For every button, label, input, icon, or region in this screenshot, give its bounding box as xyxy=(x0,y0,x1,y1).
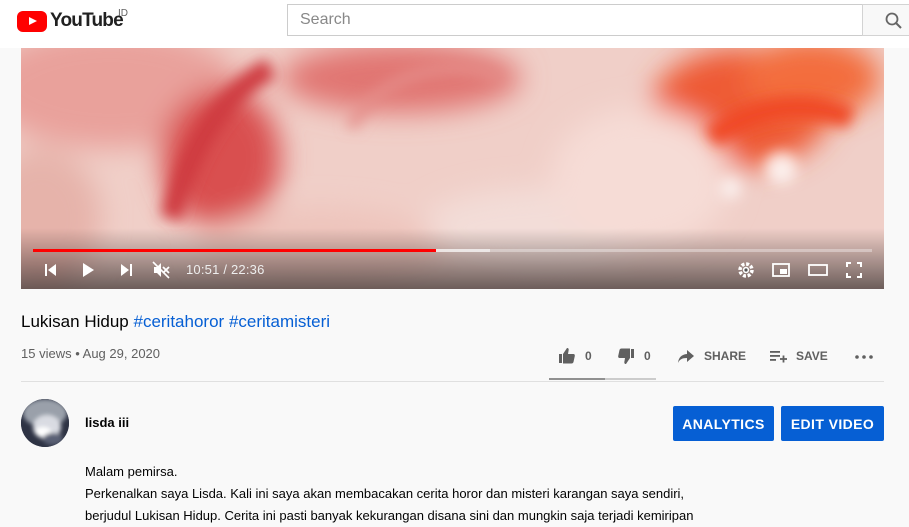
upload-date: Aug 29, 2020 xyxy=(82,346,161,361)
logo-text: YouTube xyxy=(50,10,124,31)
share-label: SHARE xyxy=(704,349,747,363)
dislike-button[interactable]: 0 xyxy=(616,346,651,366)
fullscreen-icon[interactable] xyxy=(844,260,864,280)
dislike-count: 0 xyxy=(644,349,651,363)
previous-icon[interactable] xyxy=(41,260,61,280)
search-button[interactable] xyxy=(862,4,909,36)
progress-bar[interactable] xyxy=(33,249,872,252)
video-player[interactable]: 10:51 / 22:36 xyxy=(21,48,884,289)
settings-icon[interactable] xyxy=(736,260,756,280)
like-count: 0 xyxy=(585,349,592,363)
sentiment-bar xyxy=(549,378,656,380)
divider xyxy=(21,381,884,382)
description-line: Perkenalkan saya Lisda. Kali ini saya ak… xyxy=(85,486,685,501)
meta-separator: • xyxy=(75,346,83,361)
share-button[interactable]: SHARE xyxy=(676,346,746,366)
miniplayer-icon[interactable] xyxy=(771,260,791,280)
save-button[interactable]: SAVE xyxy=(768,346,828,366)
more-icon xyxy=(855,355,873,359)
search-box xyxy=(287,4,862,36)
save-label: SAVE xyxy=(796,349,828,363)
muted-volume-icon[interactable] xyxy=(151,260,171,280)
edit-video-button[interactable]: EDIT VIDEO xyxy=(781,406,884,441)
avatar-image xyxy=(21,399,69,447)
description-line: berjudul Lukisan Hidup. Cerita ini pasti… xyxy=(85,508,694,523)
like-icon xyxy=(559,348,575,364)
country-code: ID xyxy=(118,8,128,19)
view-count: 15 views xyxy=(21,346,72,361)
save-icon xyxy=(770,351,787,363)
play-icon[interactable] xyxy=(78,260,98,280)
search-input[interactable] xyxy=(288,5,862,35)
video-title: Lukisan Hidup #ceritahoror #ceritamister… xyxy=(21,312,330,332)
next-icon[interactable] xyxy=(116,260,136,280)
sentiment-like-portion xyxy=(549,378,605,380)
time-display: 10:51 / 22:36 xyxy=(186,262,265,277)
hashtag-link[interactable]: #ceritahoror xyxy=(133,312,224,331)
avatar[interactable] xyxy=(21,399,69,447)
search-icon xyxy=(885,12,902,29)
youtube-logo-icon xyxy=(17,10,47,32)
youtube-logo[interactable]: YouTube ID xyxy=(17,8,128,32)
theater-icon[interactable] xyxy=(808,260,828,280)
dislike-icon xyxy=(618,348,634,364)
played-bar xyxy=(33,249,436,252)
hashtag-link[interactable]: #ceritamisteri xyxy=(229,312,330,331)
share-icon xyxy=(678,350,694,363)
video-description: Malam pemirsa. Perkenalkan saya Lisda. K… xyxy=(85,461,725,527)
masthead: YouTube ID xyxy=(0,0,909,48)
analytics-button[interactable]: ANALYTICS xyxy=(673,406,774,441)
channel-name[interactable]: lisda iii xyxy=(85,415,129,430)
description-line: Malam pemirsa. xyxy=(85,464,178,479)
title-text: Lukisan Hidup xyxy=(21,312,129,331)
more-actions-button[interactable] xyxy=(854,346,874,366)
like-button[interactable]: 0 xyxy=(557,346,592,366)
video-meta: 15 views • Aug 29, 2020 xyxy=(21,346,160,361)
